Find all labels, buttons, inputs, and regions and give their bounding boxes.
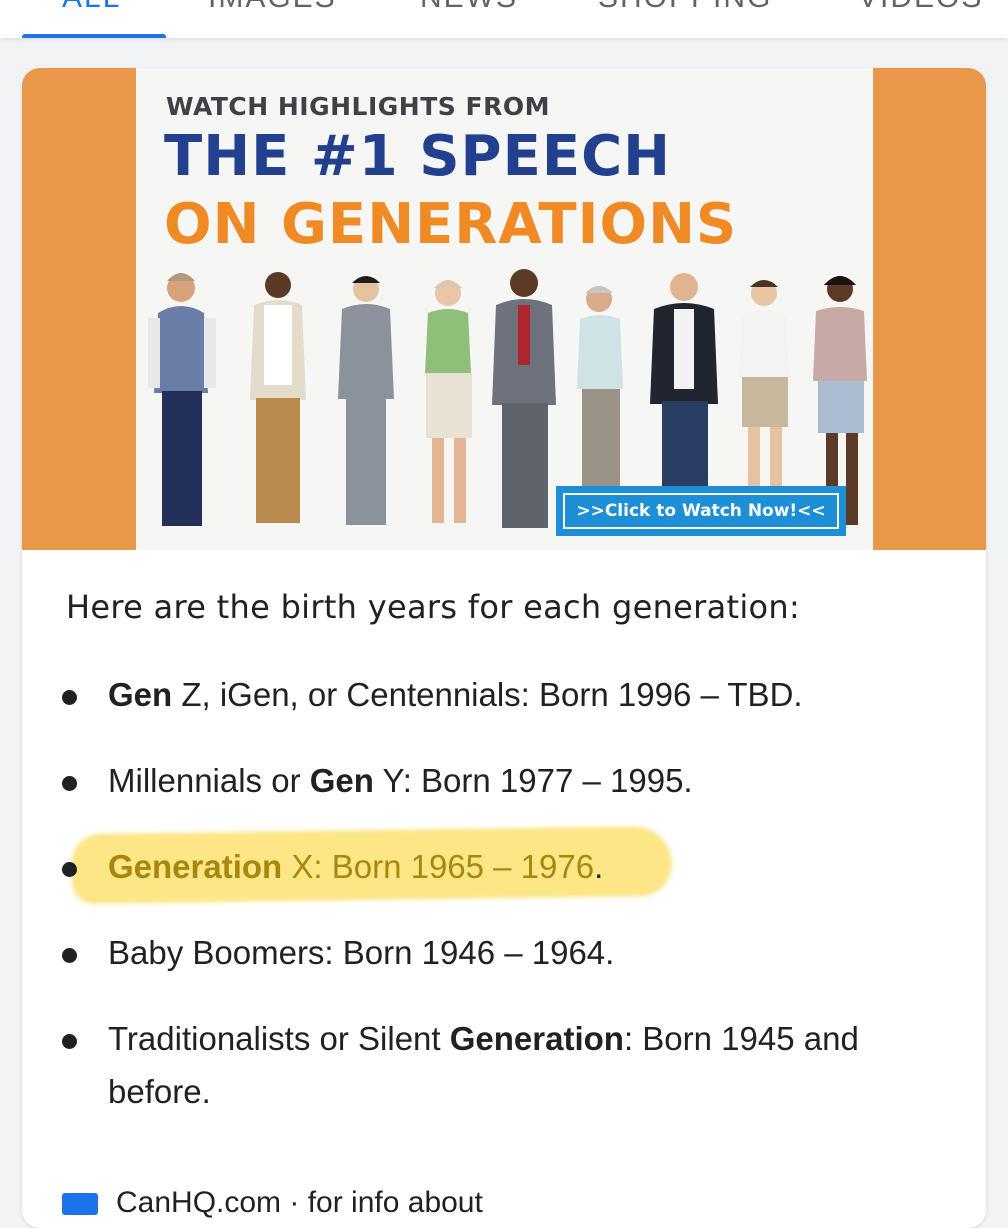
- generation-text: Millennials or Gen Y: Born 1977 – 1995.: [108, 754, 928, 807]
- source-link[interactable]: CanHQ.com · for info about: [62, 1186, 483, 1220]
- item-text: Baby Boomers: Born 1946 – 1964.: [108, 934, 615, 971]
- source-text: CanHQ.com · for info about: [116, 1186, 483, 1219]
- tab-images[interactable]: IMAGES: [208, 0, 337, 18]
- item-text: .: [594, 848, 604, 885]
- person-figure: [250, 272, 306, 523]
- bold-term: Generation: [108, 848, 283, 885]
- generation-text: Baby Boomers: Born 1946 – 1964.: [108, 926, 928, 979]
- tab-news[interactable]: NEWS: [420, 0, 518, 18]
- bold-term: Gen: [108, 676, 173, 713]
- bold-term: Generation: [449, 1020, 624, 1057]
- watch-now-button[interactable]: >>Click to Watch Now!<<: [556, 486, 846, 536]
- snippet-image-frame[interactable]: WATCH HIGHLIGHTS FROM THE #1 SPEECH ON G…: [22, 68, 986, 550]
- bullet: [62, 776, 77, 791]
- site-favicon-icon: [62, 1193, 98, 1216]
- person-figure: [425, 280, 472, 523]
- tab-videos[interactable]: VIDEOS: [858, 0, 983, 18]
- banner-kicker: WATCH HIGHLIGHTS FROM: [166, 92, 550, 121]
- bullet: [62, 1034, 77, 1049]
- snippet-intro: Here are the birth years for each genera…: [66, 588, 801, 626]
- item-text: Z, iGen, or Centennials: Born 1996 – TBD…: [172, 676, 803, 713]
- item-text: X: Born 1965 – 1976: [282, 848, 595, 885]
- item-text: Traditionalists or Silent: [108, 1020, 450, 1057]
- bullet: [62, 690, 77, 705]
- banner-title-line2: ON GENERATIONS: [164, 192, 738, 257]
- active-tab-indicator: [22, 34, 166, 38]
- bullet: [62, 948, 77, 963]
- person-figure: [492, 269, 556, 528]
- tab-all[interactable]: ALL: [62, 0, 121, 18]
- generation-text: Gen Z, iGen, or Centennials: Born 1996 –…: [108, 668, 928, 721]
- item-text: Y: Born 1977 – 1995.: [373, 762, 693, 799]
- person-figure: [338, 276, 394, 525]
- person-figure: [148, 273, 216, 526]
- bold-term: Gen: [309, 762, 374, 799]
- banner-title-line1: THE #1 SPEECH: [164, 124, 672, 189]
- search-tab-bar: ALL IMAGES NEWS SHOPPING VIDEOS: [0, 0, 1008, 38]
- featured-snippet-card: WATCH HIGHLIGHTS FROM THE #1 SPEECH ON G…: [22, 68, 986, 1228]
- item-text: Millennials or: [108, 762, 310, 799]
- bullet: [62, 862, 77, 877]
- watch-now-label: >>Click to Watch Now!<<: [563, 493, 839, 529]
- generation-text: Traditionalists or Silent Generation: Bo…: [108, 1012, 928, 1118]
- generations-banner-image[interactable]: WATCH HIGHLIGHTS FROM THE #1 SPEECH ON G…: [136, 68, 873, 550]
- generation-text: Generation X: Born 1965 – 1976.: [108, 840, 928, 893]
- tab-shopping[interactable]: SHOPPING: [598, 0, 772, 18]
